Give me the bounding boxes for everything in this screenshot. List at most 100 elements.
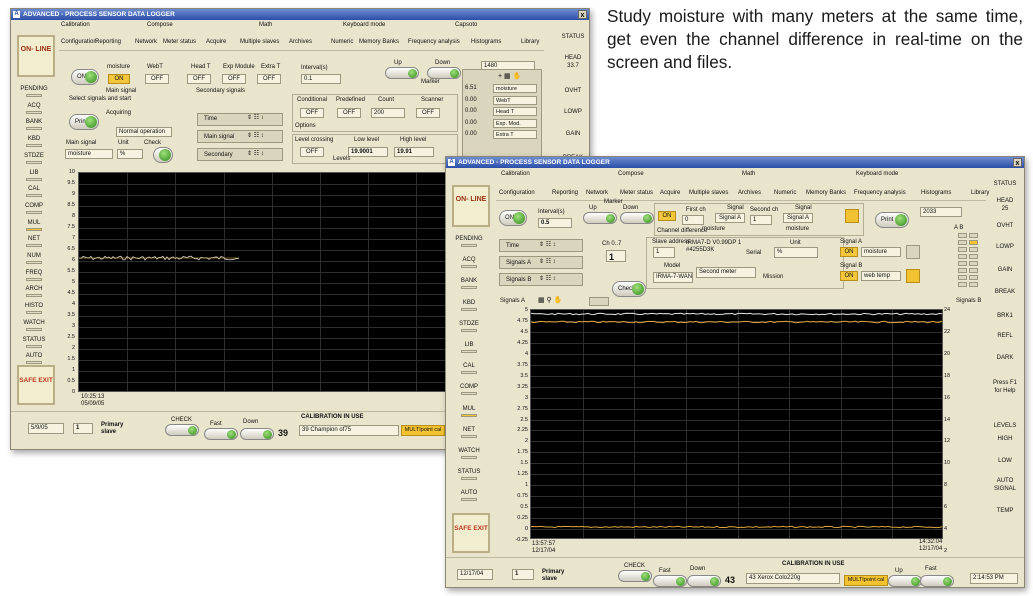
slave-number-field[interactable]: 1	[512, 569, 534, 580]
signal-led[interactable]	[958, 268, 967, 273]
moisture-on-button[interactable]: ON	[108, 74, 130, 84]
axis-scale-icons[interactable]: ⇕ ☷ ↕	[247, 115, 264, 122]
scroll-box[interactable]	[589, 297, 609, 306]
tab-multiple-slaves[interactable]: Multiple slaves	[240, 37, 279, 47]
status-status[interactable]: STATUS	[17, 336, 51, 344]
tab-network[interactable]: Network	[586, 188, 608, 198]
status-acq[interactable]: ACQ	[452, 256, 486, 264]
status-dark[interactable]: DARK	[990, 354, 1020, 362]
status-net[interactable]: NET	[17, 235, 51, 243]
signal-led[interactable]	[958, 282, 967, 287]
main-signal-field[interactable]: moisture	[65, 149, 113, 159]
signal-led[interactable]	[969, 275, 978, 280]
status-ovht[interactable]: OVHT	[990, 222, 1020, 230]
down-button[interactable]	[687, 575, 721, 587]
status-net[interactable]: NET	[452, 426, 486, 434]
status-levels[interactable]: LEVELS	[990, 422, 1020, 430]
low-level-field[interactable]: 19.9001	[348, 147, 388, 157]
level-crossing-off-button[interactable]: OFF	[300, 147, 324, 157]
tab-reporting[interactable]: Reporting	[95, 37, 121, 47]
slave-address-field[interactable]: 1	[653, 247, 675, 258]
status-acq[interactable]: ACQ	[17, 102, 51, 110]
status-comp[interactable]: COMP	[17, 202, 51, 210]
status-comp[interactable]: COMP	[452, 383, 486, 391]
marker-up-button[interactable]	[385, 67, 419, 79]
status-status[interactable]: STATUS	[558, 33, 588, 41]
print-button[interactable]: Print	[69, 114, 99, 130]
status-stdze[interactable]: STDZE	[17, 152, 51, 160]
status-lowp[interactable]: LOWP	[558, 108, 588, 116]
signal-led[interactable]	[969, 254, 978, 259]
status-stdze[interactable]: STDZE	[452, 320, 486, 328]
second-ch-field[interactable]: 1	[750, 215, 772, 225]
signal-a-name-field[interactable]: moisture	[861, 247, 901, 257]
tab-frequency-analysis[interactable]: Frequency analysis	[408, 37, 460, 47]
status-ovht[interactable]: OVHT	[558, 87, 588, 95]
headt-off-button[interactable]: OFF	[187, 74, 211, 84]
status-watch[interactable]: WATCH	[452, 447, 486, 455]
zoom-tools-icon[interactable]: ▦ ⚲ ✋	[538, 297, 562, 304]
signal-led[interactable]	[958, 240, 967, 245]
status-break[interactable]: BREAK	[990, 288, 1020, 296]
status-lowp[interactable]: LOWP	[990, 243, 1020, 251]
signal-led[interactable]	[969, 240, 978, 245]
signal-led[interactable]	[969, 233, 978, 238]
menu-compose[interactable]: Compose	[147, 20, 173, 30]
tab-multiple-slaves[interactable]: Multiple slaves	[689, 188, 728, 198]
unit-field[interactable]: %	[774, 247, 818, 258]
status-auto[interactable]: AUTO	[17, 352, 51, 360]
status-kbd[interactable]: KBD	[17, 135, 51, 143]
close-button[interactable]: x	[578, 10, 587, 19]
status-high[interactable]: HIGH	[990, 435, 1020, 443]
zoom-tools-icon[interactable]: + ▦ ✋	[498, 73, 521, 80]
signal-led[interactable]	[969, 268, 978, 273]
signal-b-on-button[interactable]: ON	[840, 271, 858, 281]
model-field[interactable]: IRMA-7-WAND	[653, 272, 693, 283]
tab-meter-status[interactable]: Meter status	[620, 188, 653, 198]
scanner-off-button[interactable]: OFF	[416, 108, 440, 118]
status-gain[interactable]: GAIN	[990, 266, 1020, 274]
axis-scale-icons[interactable]: ⇕ ☷ ↕	[539, 242, 556, 249]
tab-acquire[interactable]: Acquire	[660, 188, 680, 198]
signal-led[interactable]	[969, 247, 978, 252]
menu-math[interactable]: Math	[259, 20, 272, 30]
status-histo[interactable]: HISTO	[17, 302, 51, 310]
menu-math[interactable]: Math	[742, 169, 755, 179]
status-pending[interactable]: PENDING	[17, 85, 51, 93]
print-button[interactable]: Print	[875, 212, 909, 228]
status-freq[interactable]: FREQ	[17, 269, 51, 277]
status-33-7[interactable]: 33.7	[558, 62, 588, 70]
online-button[interactable]: ON- LINE	[452, 185, 490, 227]
menu-keyboard-mode[interactable]: Keyboard mode	[343, 20, 385, 30]
status-cal[interactable]: CAL	[452, 362, 486, 370]
status-pending[interactable]: PENDING	[452, 235, 486, 243]
menu-capsoto[interactable]: Capsoto	[455, 20, 477, 30]
down-button[interactable]	[240, 428, 274, 440]
high-level-field[interactable]: 19.91	[394, 147, 434, 157]
tab-histograms[interactable]: Histograms	[471, 37, 501, 47]
check-button-2[interactable]	[165, 424, 199, 436]
marker-number-field[interactable]: 2033	[920, 207, 962, 217]
tab-numeric[interactable]: Numeric	[774, 188, 796, 198]
status-gain[interactable]: GAIN	[558, 130, 588, 138]
signal-led[interactable]	[969, 282, 978, 287]
first-signal-button[interactable]: Signal A	[715, 213, 745, 223]
menu-calibration[interactable]: Calibration	[61, 20, 90, 30]
multipoint-cal-badge[interactable]: MULTIpoint cal	[844, 575, 888, 586]
status-lib[interactable]: LIB	[17, 169, 51, 177]
webt-off-button[interactable]: OFF	[145, 74, 169, 84]
marker-down-button[interactable]	[427, 67, 461, 79]
status-mul[interactable]: MUL	[452, 405, 486, 413]
online-button[interactable]: ON- LINE	[17, 35, 55, 77]
count-field[interactable]: 200	[371, 108, 405, 118]
status-cal[interactable]: CAL	[17, 185, 51, 193]
status-bank[interactable]: BANK	[452, 277, 486, 285]
exp-module-off-button[interactable]: OFF	[222, 74, 246, 84]
slave-number-field[interactable]: 1	[73, 423, 93, 434]
close-button[interactable]: x	[1013, 158, 1022, 167]
tab-meter-status[interactable]: Meter status	[163, 37, 196, 47]
multipoint-cal-badge[interactable]: MULTIpoint cal	[401, 425, 445, 436]
axis-scale-icons[interactable]: ⇕ ☷ ↕	[247, 151, 264, 158]
check-button[interactable]	[153, 147, 173, 163]
up-button[interactable]	[888, 575, 922, 587]
